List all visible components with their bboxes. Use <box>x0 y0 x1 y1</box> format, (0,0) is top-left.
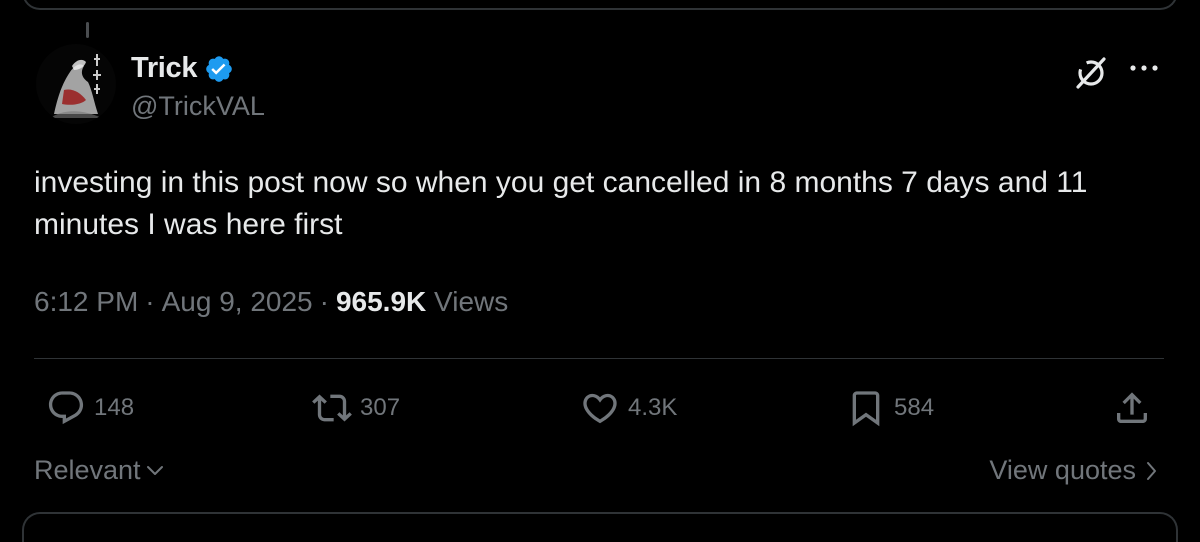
repost-icon <box>312 394 352 422</box>
ink-wash-samurai-avatar <box>36 44 116 124</box>
post-date[interactable]: Aug 9, 2025 <box>162 286 313 317</box>
post-text: investing in this post now so when you g… <box>34 166 1088 241</box>
avatar[interactable] <box>36 44 116 124</box>
author-name-row[interactable]: Trick <box>131 52 234 85</box>
verified-badge-icon[interactable] <box>204 54 234 84</box>
more-icon[interactable] <box>1128 60 1160 76</box>
views-count: 965.9K <box>335 286 427 317</box>
chevron-right-icon <box>1147 461 1156 480</box>
bookmark-icon <box>852 391 880 427</box>
reply-icon <box>48 391 84 425</box>
share-button[interactable] <box>1112 388 1152 428</box>
views-label: Views <box>434 286 509 317</box>
post-meta: 6:12 PM · Aug 9, 2025 · 965.9K Views <box>34 286 508 318</box>
view-quotes-label: View quotes <box>989 455 1136 485</box>
reply-button[interactable]: 148 <box>46 388 134 428</box>
next-post-frame <box>22 512 1178 542</box>
bookmark-button[interactable]: 584 <box>846 388 934 428</box>
previous-post-frame <box>22 0 1178 10</box>
like-button[interactable]: 4.3K <box>580 388 677 428</box>
repost-button[interactable]: 307 <box>312 388 400 428</box>
share-icon <box>1117 392 1147 423</box>
bookmark-count: 584 <box>894 394 935 421</box>
post-time[interactable]: 6:12 PM <box>34 286 138 317</box>
repost-count: 307 <box>360 394 401 421</box>
author-display-name[interactable]: Trick <box>131 52 198 85</box>
author-handle[interactable]: @TrickVAL <box>131 91 265 122</box>
sort-label: Relevant <box>34 455 141 485</box>
reply-sort-dropdown[interactable]: Relevant <box>34 455 165 486</box>
divider <box>34 358 1164 359</box>
view-quotes-link[interactable]: View quotes <box>989 455 1158 486</box>
meta-separator: · <box>145 286 155 317</box>
heart-icon <box>583 393 617 424</box>
chevron-down-icon <box>146 465 163 475</box>
thread-connector-line <box>86 22 89 38</box>
reply-count: 148 <box>94 394 135 421</box>
meta-separator: · <box>319 286 329 317</box>
grok-icon[interactable] <box>1072 52 1112 92</box>
like-count: 4.3K <box>628 394 678 421</box>
